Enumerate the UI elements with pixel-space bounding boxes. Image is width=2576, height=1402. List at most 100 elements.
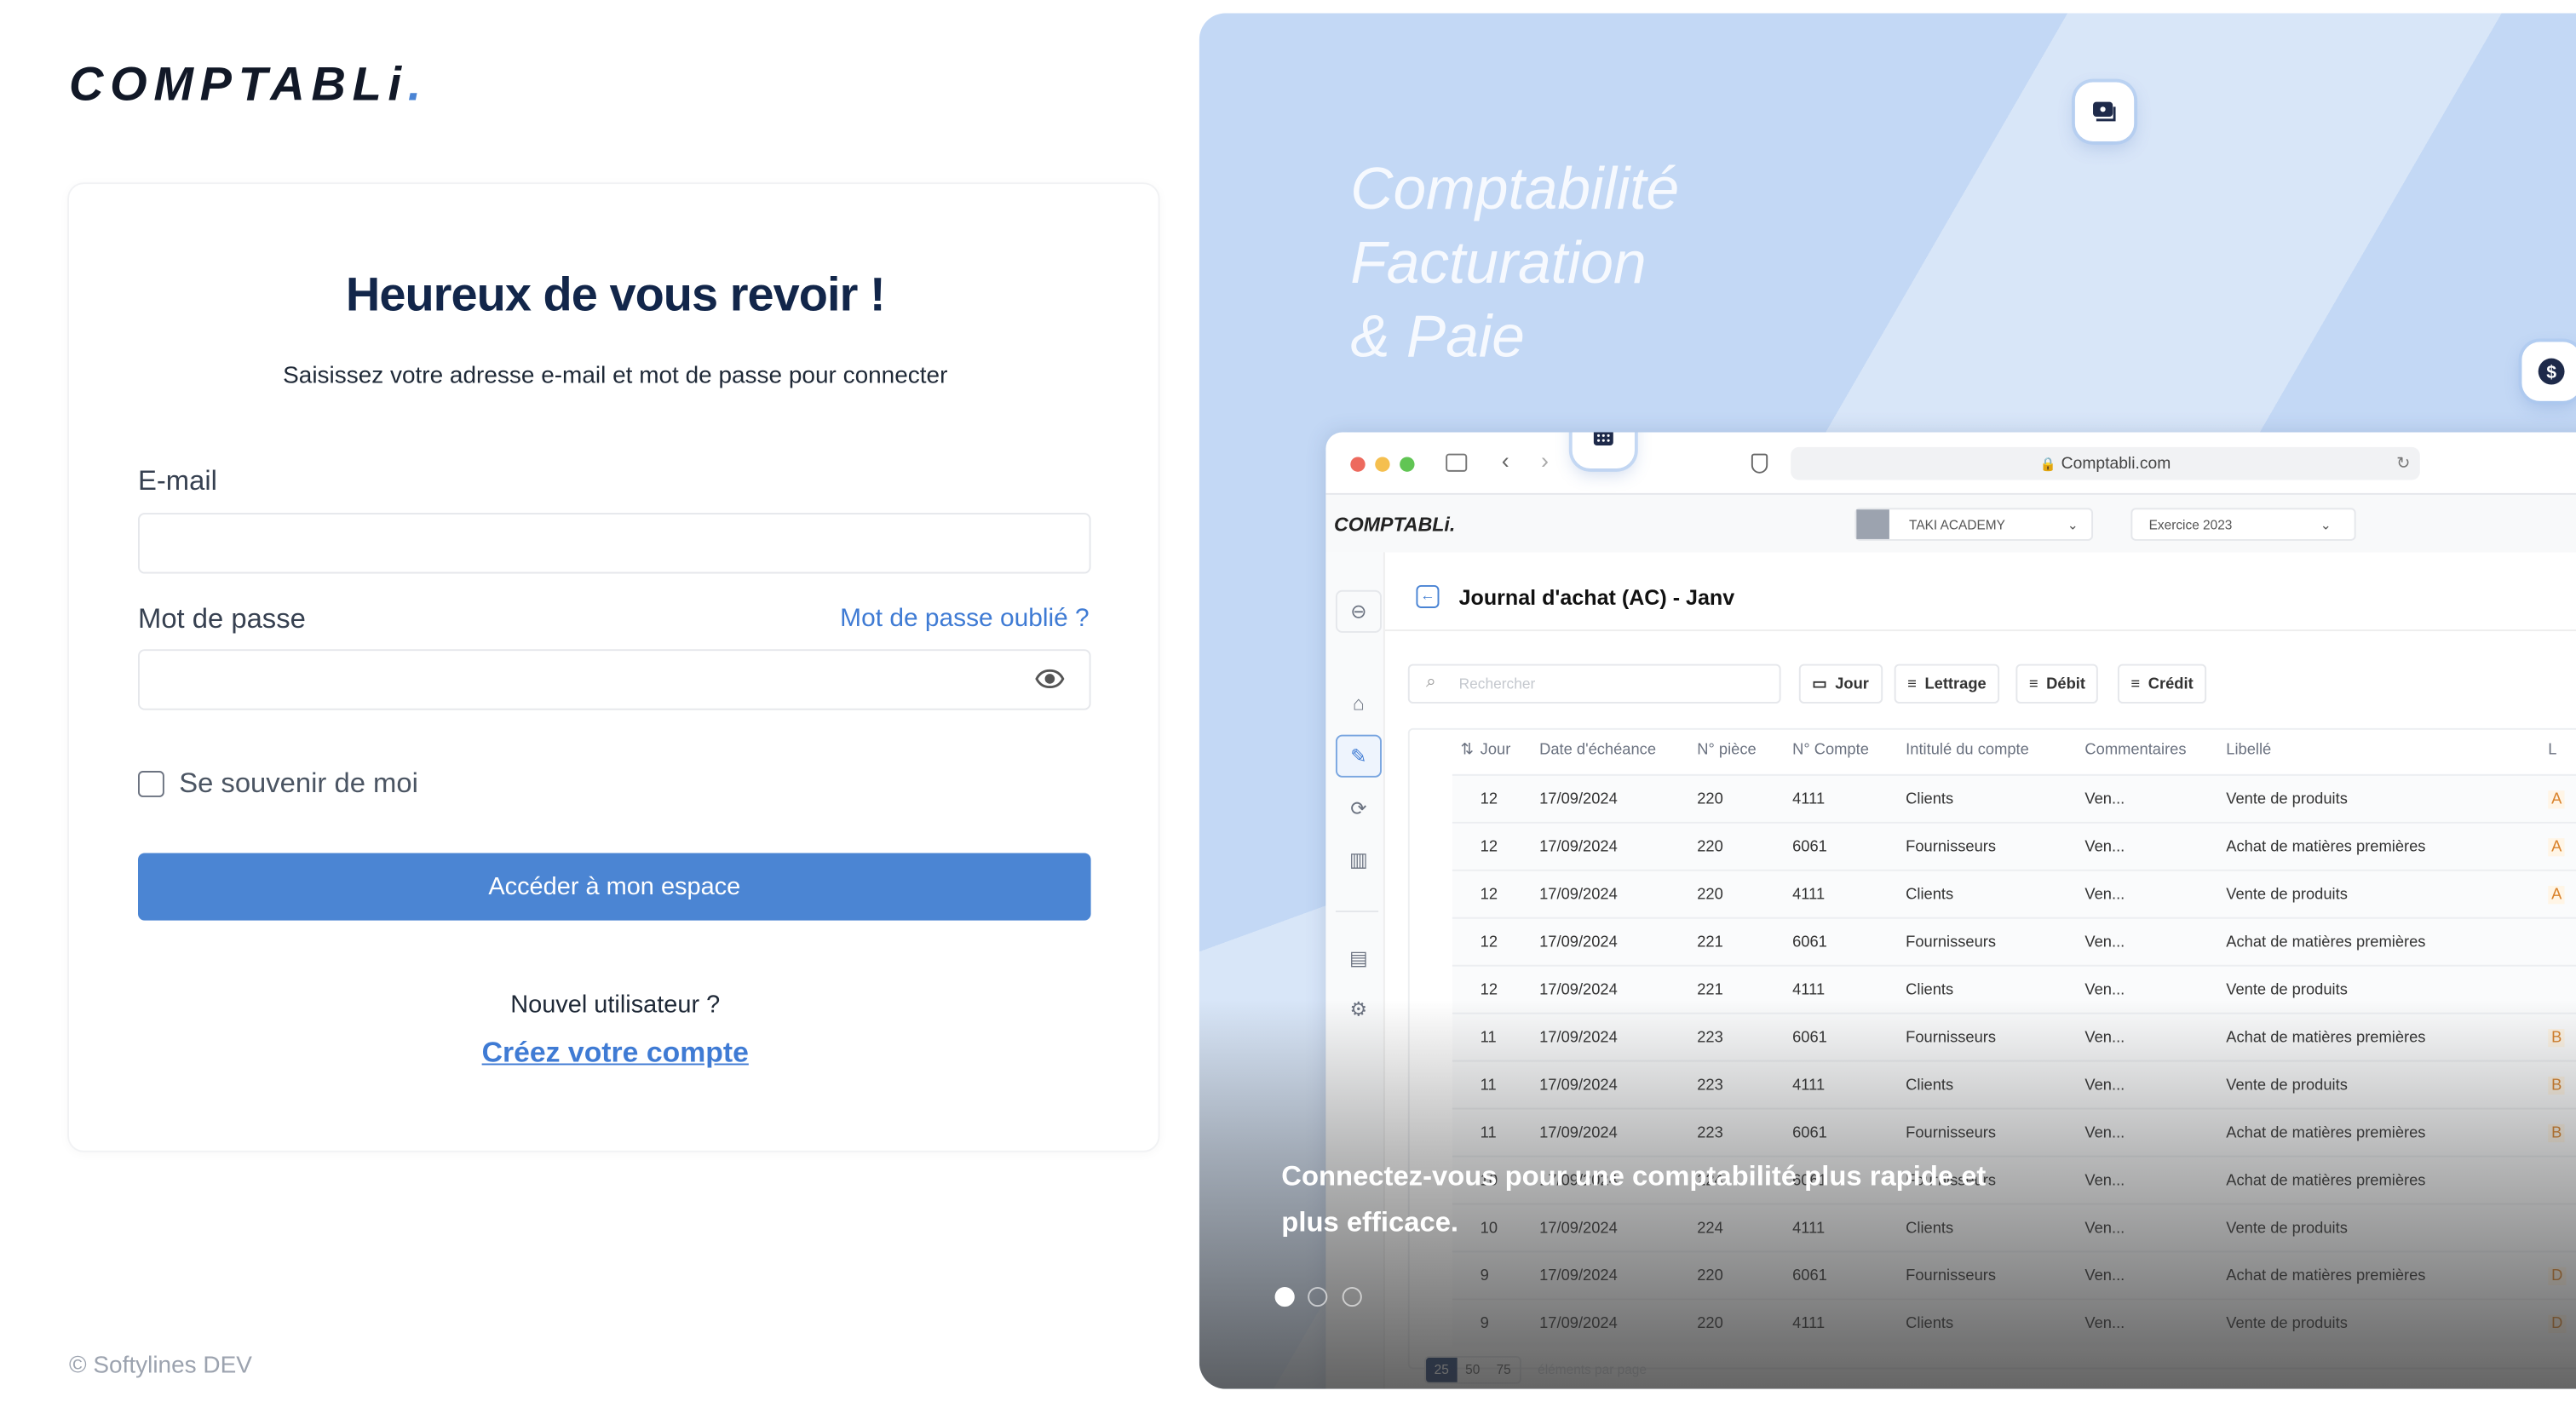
- table-cell: 220: [1697, 1314, 1723, 1333]
- column-header[interactable]: L: [2548, 741, 2556, 759]
- table-row[interactable]: 9 17/09/2024 220 6061 Fournisseurs Ven... Acha…: [1452, 1250, 2576, 1299]
- building-icon: [1856, 509, 1889, 539]
- book-icon[interactable]: ▥: [1336, 838, 1382, 881]
- table-cell: 6061: [1792, 1123, 1827, 1143]
- filter-debit-button[interactable]: ≡ Débit: [2015, 664, 2099, 704]
- table-cell: Ven...: [2084, 1076, 2125, 1095]
- search-icon: ⌕: [1426, 672, 1436, 692]
- column-header[interactable]: N° pièce: [1697, 741, 1756, 759]
- email-label: E-mail: [138, 465, 217, 497]
- column-header[interactable]: Libellé: [2226, 741, 2271, 759]
- exercise-select[interactable]: Exercice 2023 ⌄: [2130, 508, 2356, 541]
- table-cell: 9: [1480, 1314, 1489, 1333]
- table-cell: 223: [1697, 1123, 1723, 1143]
- forgot-password-link[interactable]: Mot de passe oublié ?: [840, 605, 1089, 635]
- new-user-text: Nouvel utilisateur ?: [510, 991, 721, 1020]
- table-cell: A: [2548, 838, 2566, 857]
- filter-lettrage-button[interactable]: ≡ Lettrage: [1894, 664, 2000, 704]
- table-cell: Vente de produits: [2226, 981, 2348, 1000]
- table-row[interactable]: 9 17/09/2024 220 4111 Clients Ven... Vente de …: [1452, 1298, 2576, 1347]
- page-size-option[interactable]: 75: [1488, 1358, 1519, 1382]
- column-header[interactable]: Commentaires: [2084, 741, 2186, 759]
- table-cell: 220: [1697, 1267, 1723, 1286]
- table-cell: Clients: [1906, 790, 1954, 809]
- table-cell: 17/09/2024: [1539, 1028, 1618, 1048]
- lock-icon: 🔒: [2039, 456, 2056, 471]
- page-size-option[interactable]: 25: [1426, 1357, 1458, 1382]
- column-header[interactable]: Date d'échéance: [1539, 741, 1656, 759]
- column-header[interactable]: N° Compte: [1792, 741, 1869, 759]
- table-row[interactable]: 12 17/09/2024 221 4111 Clients Ven... Vente de…: [1452, 964, 2576, 1013]
- create-account-link[interactable]: Créez votre compte: [69, 1036, 1162, 1071]
- filter-credit-button[interactable]: ≡ Crédit: [2117, 664, 2207, 704]
- table-cell: Ven...: [2084, 790, 2125, 809]
- table-cell: 17/09/2024: [1539, 1267, 1618, 1286]
- journal-title: Journal d'achat (AC) - Janv: [1458, 584, 1735, 610]
- page-size-option[interactable]: 50: [1457, 1358, 1487, 1382]
- table-cell: 4111: [1792, 886, 1826, 905]
- table-row[interactable]: 12 17/09/2024 221 6061 Fournisseurs Ven... Ach…: [1452, 916, 2576, 965]
- login-subtitle: Saisissez votre adresse e-mail et mot de…: [283, 363, 948, 390]
- column-header[interactable]: Jour: [1481, 741, 1511, 759]
- table-cell: D: [2548, 1314, 2567, 1333]
- carousel-dot-active[interactable]: [1274, 1286, 1295, 1307]
- calendar-icon: ▭: [1812, 675, 1827, 693]
- table-cell: 11: [1480, 1076, 1497, 1095]
- filter-icon: ≡: [2028, 675, 2038, 693]
- table-cell: 6061: [1792, 838, 1827, 857]
- table-row[interactable]: 11 17/09/2024 223 4111 Clients Ven... Vente de…: [1452, 1060, 2576, 1108]
- sidebar-toggle-icon: [1446, 453, 1468, 472]
- password-field[interactable]: [138, 649, 1091, 710]
- reload-icon: ↻: [2396, 454, 2411, 473]
- forward-icon: ›: [1541, 446, 1550, 474]
- table-cell: Achat de matières premières: [2226, 838, 2426, 857]
- filter-jour-button[interactable]: ▭ Jour: [1798, 664, 1883, 704]
- table-cell: B: [2548, 1123, 2566, 1143]
- home-icon[interactable]: ⌂: [1336, 682, 1382, 725]
- email-field[interactable]: [138, 513, 1091, 574]
- column-header[interactable]: Intitulé du compte: [1906, 741, 2029, 759]
- table-row[interactable]: 11 17/09/2024 223 6061 Fournisseurs Ven... Ach…: [1452, 1012, 2576, 1060]
- table-row[interactable]: 12 17/09/2024 220 4111 Clients Ven... Vente de…: [1452, 869, 2576, 917]
- table-row[interactable]: 11 17/09/2024 223 6061 Fournisseurs Ven... Ach…: [1452, 1107, 2576, 1156]
- table-cell: 4111: [1792, 981, 1826, 1000]
- promo-panel: Comptabilité Facturation & Paie $ ‹ › 🔒 Com…: [1199, 13, 2576, 1389]
- table-row[interactable]: 12 17/09/2024 220 6061 Fournisseurs Ven... Ach…: [1452, 821, 2576, 870]
- table-cell: Clients: [1906, 981, 1954, 1000]
- document-icon[interactable]: ▤: [1336, 937, 1382, 980]
- table-cell: 220: [1697, 886, 1723, 905]
- login-card: Heureux de vous revoir ! Saisissez votre…: [67, 182, 1160, 1152]
- collapse-icon[interactable]: ⊖: [1335, 589, 1382, 633]
- sync-icon[interactable]: ⟳: [1336, 787, 1382, 830]
- table-cell: 4111: [1792, 790, 1826, 809]
- remember-label: Se souvenir de moi: [179, 767, 418, 799]
- chevron-down-icon: ⌄: [2320, 516, 2332, 532]
- carousel-dot[interactable]: [1308, 1286, 1328, 1307]
- shield-icon: [1751, 453, 1768, 474]
- svg-text:$: $: [2546, 363, 2556, 382]
- company-select[interactable]: TAKI ACADEMY ⌄: [1854, 508, 2094, 541]
- remember-checkbox[interactable]: [138, 771, 164, 797]
- chevron-down-icon: ⌄: [2067, 516, 2079, 532]
- carousel-dot[interactable]: [1342, 1286, 1362, 1307]
- edit-icon[interactable]: ✎: [1335, 734, 1382, 778]
- table-cell: Achat de matières premières: [2226, 1123, 2426, 1143]
- copyright: © Softylines DEV: [69, 1353, 252, 1380]
- money-icon: [2074, 82, 2135, 141]
- back-arrow-icon[interactable]: ←: [1416, 584, 1440, 608]
- table-row[interactable]: 12 17/09/2024 220 4111 Clients Ven... Vente de…: [1452, 773, 2576, 822]
- eye-icon[interactable]: [1035, 666, 1065, 692]
- page-size-selector: 25 50 75: [1424, 1356, 1521, 1384]
- table-cell: 17/09/2024: [1539, 1076, 1618, 1095]
- table-cell: Clients: [1906, 1076, 1954, 1095]
- settings-icon[interactable]: ⚙: [1336, 988, 1382, 1031]
- table-cell: 6061: [1792, 1028, 1827, 1048]
- table-cell: Fournisseurs: [1906, 934, 1997, 952]
- submit-button[interactable]: Accéder à mon espace: [138, 853, 1091, 921]
- page-size-label: éléments par page: [1538, 1362, 1647, 1378]
- app-sidebar: ⊖ ⌂ ✎ ⟳ ▥ ▤ ⚙: [1325, 552, 1385, 1389]
- filter-icon: ≡: [2130, 675, 2141, 693]
- table-cell: 17/09/2024: [1539, 981, 1618, 1000]
- sort-icon[interactable]: ⇅: [1461, 741, 1474, 759]
- search-input[interactable]: ⌕ Rechercher: [1407, 664, 1781, 704]
